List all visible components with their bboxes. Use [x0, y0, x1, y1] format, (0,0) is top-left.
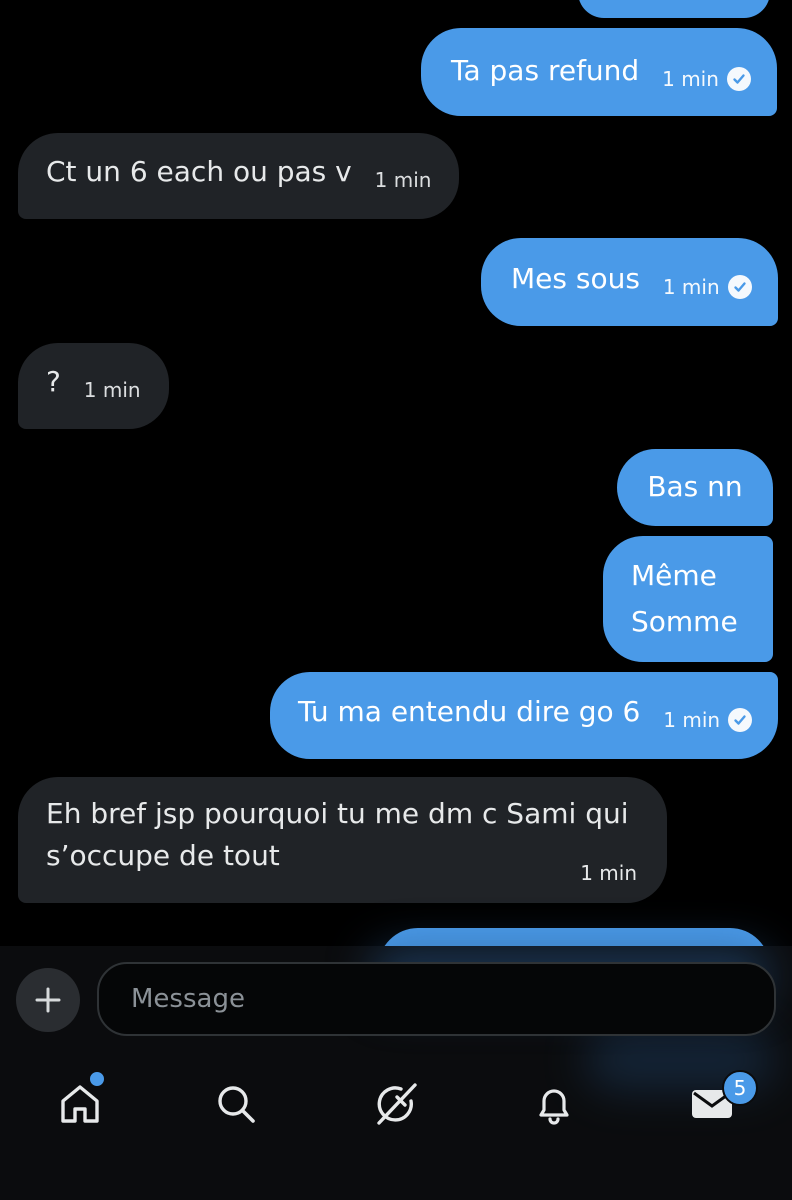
message-time: 1 min	[374, 168, 432, 192]
message-time: 1 min	[83, 378, 141, 402]
nav-notifications[interactable]	[524, 1074, 584, 1134]
message-text: Mes sous	[511, 262, 640, 295]
message-text: Bas nn	[647, 470, 743, 503]
message-bubble-incoming[interactable]: Eh bref jsp pourquoi tu me dm c Sami qui…	[18, 777, 667, 903]
messages-badge: 5	[722, 1070, 758, 1106]
message-meta: 1 min	[662, 56, 751, 102]
message-bubble-outgoing[interactable]: Ta pas refund 1 min	[421, 28, 777, 116]
message-input[interactable]	[97, 962, 776, 1036]
notifications-icon	[539, 1089, 569, 1125]
message-time: 1 min	[580, 861, 637, 885]
message-text-line: Somme	[631, 605, 738, 638]
message-bubble-outgoing[interactable]: Même Somme	[603, 536, 773, 662]
message-text: ?	[46, 365, 61, 398]
home-unread-dot	[88, 1070, 106, 1088]
message-bubble-outgoing[interactable]: Tu ma entendu dire go 6 1 min	[270, 672, 779, 759]
read-check-icon	[726, 67, 751, 91]
read-check-icon	[728, 708, 753, 732]
message-meta: 1 min	[375, 157, 432, 203]
message-time: 1 min	[663, 708, 721, 732]
plus-icon	[35, 987, 61, 1013]
message-bubble-incoming[interactable]: ? 1 min	[18, 343, 169, 429]
search-icon	[218, 1086, 255, 1123]
message-bubble-outgoing[interactable]: Mes sous 1 min	[481, 238, 778, 326]
message-bubble-outgoing[interactable]	[578, 0, 770, 18]
bottom-navigation	[0, 1060, 792, 1150]
message-meta: 1 min	[84, 367, 141, 413]
message-text: Ta pas refund	[451, 54, 640, 87]
message-bubble-outgoing[interactable]	[378, 928, 770, 948]
message-text: Tu ma entendu dire go 6	[298, 695, 641, 728]
message-meta: 1 min	[663, 264, 752, 310]
message-time: 1 min	[662, 67, 719, 91]
message-text-line: Même	[631, 559, 717, 592]
message-text-line: s’occupe de tout	[46, 839, 280, 872]
message-bubble-incoming[interactable]: Ct un 6 each ou pas v 1 min	[18, 133, 460, 219]
message-meta: 1 min	[663, 697, 753, 743]
message-bubble-outgoing[interactable]: Bas nn	[617, 449, 773, 526]
conversation-thread: Ta pas refund 1 min Ct un 6 each ou pas …	[0, 0, 792, 948]
read-check-icon	[727, 275, 752, 299]
message-text-line: Eh bref jsp pourquoi tu me dm c Sami qui	[46, 797, 629, 830]
message-time: 1 min	[662, 275, 720, 299]
add-attachment-button[interactable]	[16, 968, 80, 1032]
message-text: Ct un 6 each ou pas v	[46, 155, 352, 188]
nav-search[interactable]	[206, 1074, 266, 1134]
grok-icon	[377, 1083, 417, 1125]
nav-grok[interactable]	[366, 1074, 426, 1134]
